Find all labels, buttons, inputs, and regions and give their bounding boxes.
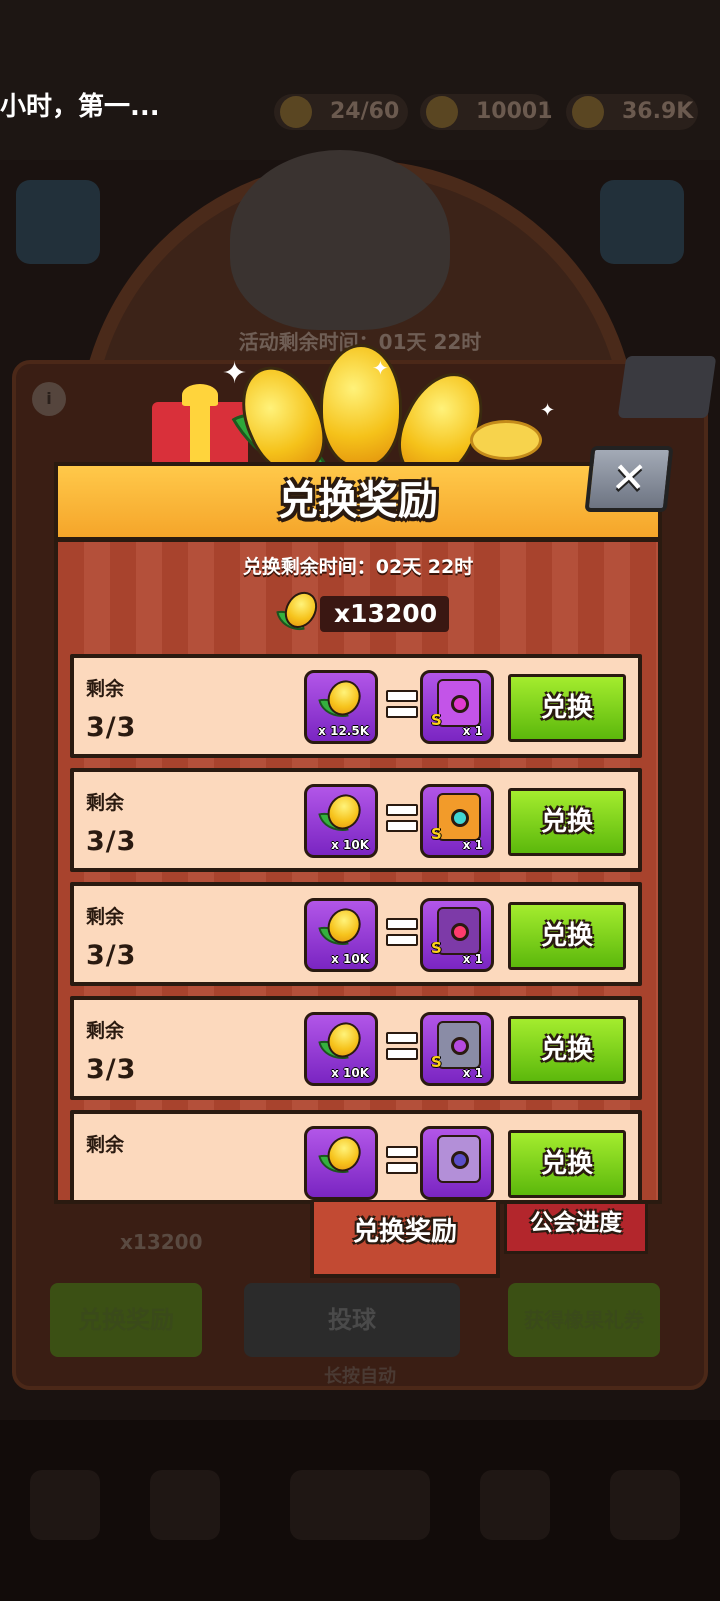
corn-icon <box>315 902 373 955</box>
shield-icon <box>600 180 684 264</box>
remaining-label: 剩余 <box>86 1134 125 1156</box>
exchange-row: 剩余 3/3 x 12.5K S x 1 兑换 <box>70 654 642 758</box>
corn-icon <box>320 344 402 468</box>
remaining-value: 3/3 <box>86 940 137 971</box>
modal-title: 兑换奖励 <box>278 478 438 524</box>
cost-amount: x 10K <box>331 1066 369 1080</box>
nav-hero-icon <box>150 1470 220 1540</box>
gear-chip-icon: S <box>431 679 481 729</box>
gem-icon <box>426 96 458 128</box>
remaining-label: 剩余 <box>86 1020 125 1042</box>
top-bar <box>0 0 720 160</box>
reward-item: S x 1 <box>420 670 494 744</box>
exchange-row: 剩余 3/3 x 10K S x 1 兑换 <box>70 882 642 986</box>
corn-balance-value: x13200 <box>320 596 450 632</box>
exchange-modal: 兑换奖励 ✕ 兑换剩余时间：02天 22时 x13200 剩余 3/3 x 12… <box>54 446 674 1204</box>
exchange-row: 剩余 3/3 x 10K S x 1 兑换 <box>70 768 642 872</box>
remaining-label: 剩余 <box>86 678 125 700</box>
coin-icon <box>572 96 604 128</box>
reward-item <box>420 1126 494 1200</box>
sparkle-icon: ✦ <box>222 356 248 391</box>
nav-event-icon <box>610 1470 680 1540</box>
reward-amount: x 1 <box>462 838 483 852</box>
gear-chip-icon: S <box>431 907 481 957</box>
hold-hint: 长按自动 <box>324 1366 396 1387</box>
corn-icon <box>315 674 373 727</box>
bg-corn-count: x13200 <box>120 1230 203 1254</box>
equals-icon <box>386 1030 418 1060</box>
gear-chip-icon: S <box>431 793 481 843</box>
gem-stat: 10001 <box>420 94 553 130</box>
close-button[interactable]: ✕ <box>584 446 674 512</box>
chest-icon <box>437 1135 481 1183</box>
exchange-row: 剩余 3/3 x 10K S x 1 兑换 <box>70 996 642 1100</box>
cost-amount: x 10K <box>331 838 369 852</box>
tab-exchange-rewards[interactable]: 兑换奖励 <box>310 1202 500 1278</box>
modal-body: 兑换剩余时间：02天 22时 x13200 剩余 3/3 x 12.5K S x… <box>54 542 662 1204</box>
cost-item: x 10K <box>304 898 378 972</box>
equals-icon <box>386 916 418 946</box>
modal-header: 兑换奖励 <box>54 462 662 542</box>
cost-item <box>304 1126 378 1200</box>
menu-icon <box>16 180 100 264</box>
energy-icon <box>280 96 312 128</box>
exchange-button[interactable]: 兑换 <box>508 1130 626 1198</box>
equals-icon <box>386 1144 418 1174</box>
cost-item: x 10K <box>304 1012 378 1086</box>
bg-voucher-button: 获得橡果礼券 <box>508 1283 660 1357</box>
exchange-button[interactable]: 兑换 <box>508 902 626 970</box>
exchange-button[interactable]: 兑换 <box>508 1016 626 1084</box>
exchange-row: 剩余 兑换 <box>70 1110 642 1200</box>
exchange-timer: 兑换剩余时间：02天 22时 <box>242 556 474 578</box>
bg-exchange-button: 兑换奖励 <box>50 1283 202 1357</box>
cost-amount: x 12.5K <box>318 724 369 738</box>
reward-item: S x 1 <box>420 784 494 858</box>
gear-chip-icon: S <box>431 1021 481 1071</box>
cost-amount: x 10K <box>331 952 369 966</box>
remaining-value: 3/3 <box>86 1054 137 1085</box>
sparkle-icon: ✦ <box>372 356 389 380</box>
remaining-value: 3/3 <box>86 826 137 857</box>
corn-icon <box>315 1016 373 1069</box>
nav-guild-icon <box>480 1470 550 1540</box>
remaining-label: 剩余 <box>86 906 125 928</box>
coin-stack-icon <box>470 420 542 460</box>
exchange-button[interactable]: 兑换 <box>508 788 626 856</box>
cost-item: x 12.5K <box>304 670 378 744</box>
tab-guild-progress[interactable]: 公会进度 <box>504 1204 648 1254</box>
nav-battle-icon <box>290 1470 430 1540</box>
coin-stat: 36.9K <box>566 94 698 130</box>
marquee-text: 小时，第一... <box>0 92 160 122</box>
corn-icon <box>274 586 328 640</box>
remaining-label: 剩余 <box>86 792 125 814</box>
reward-item: S x 1 <box>420 898 494 972</box>
reward-item: S x 1 <box>420 1012 494 1086</box>
cost-item: x 10K <box>304 784 378 858</box>
remaining-value: 3/3 <box>86 712 137 743</box>
info-icon: i <box>32 382 66 416</box>
corn-icon <box>315 788 373 841</box>
equals-icon <box>386 688 418 718</box>
sparkle-icon: ✦ <box>540 400 556 421</box>
panel-close-icon <box>617 356 717 418</box>
reward-amount: x 1 <box>462 952 483 966</box>
nav-shop-icon <box>30 1470 100 1540</box>
reward-amount: x 1 <box>462 724 483 738</box>
reward-amount: x 1 <box>462 1066 483 1080</box>
corn-icon <box>315 1130 373 1183</box>
bg-throw-button: 投球 <box>244 1283 460 1357</box>
exchange-button[interactable]: 兑换 <box>508 674 626 742</box>
hen-mascot <box>230 150 450 330</box>
equals-icon <box>386 802 418 832</box>
energy-stat: 24/60 <box>274 94 408 130</box>
